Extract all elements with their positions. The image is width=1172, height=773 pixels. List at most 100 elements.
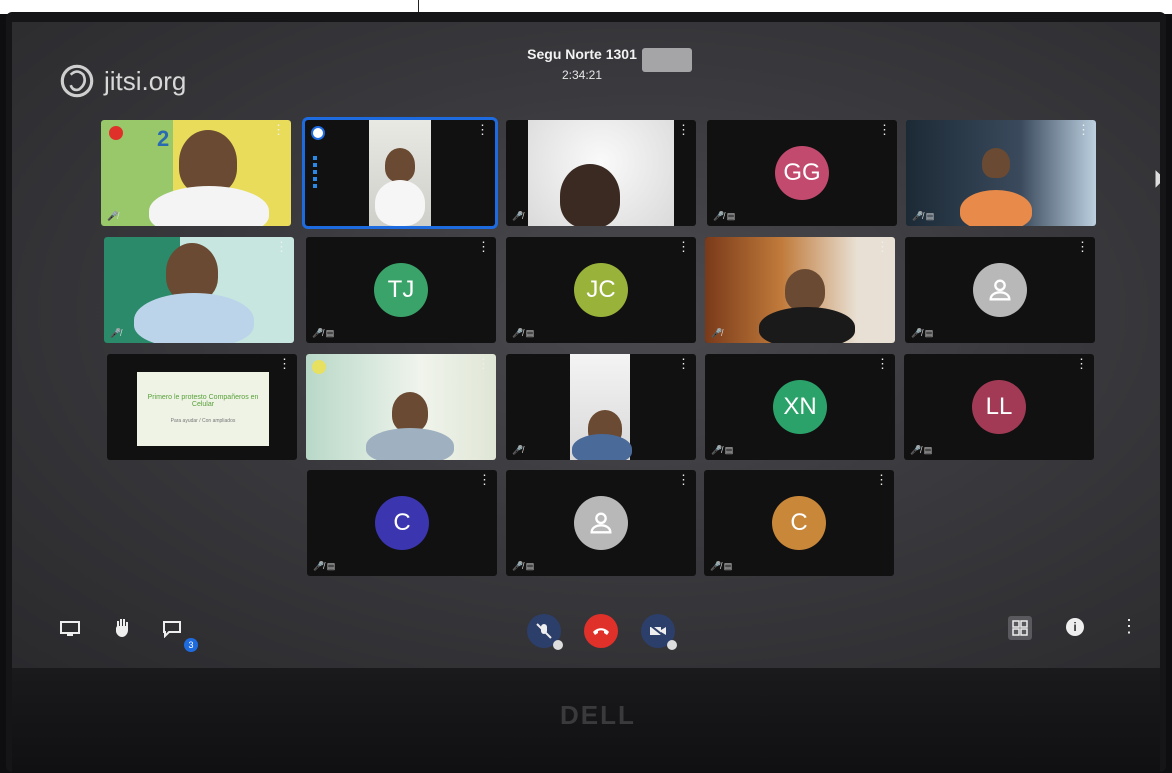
participant-tile[interactable]: ⋮ 🎤̸ [104,237,294,343]
participant-body [366,428,454,460]
muted-icon: 🎤̸ [107,211,119,221]
tile-menu-icon[interactable]: ⋮ [477,357,490,370]
mouse-cursor-icon [1154,167,1160,199]
participant-face [560,164,620,226]
jitsi-logo-text: jitsi.org [104,65,187,96]
screen-share-icon [60,621,80,636]
participant-tile[interactable]: ⋮ [306,354,496,460]
slide-title: Primero le protesto Compañeros en Celula… [147,394,259,408]
participant-tile[interactable]: C ⋮ 🎤̸ ▤ [704,470,894,576]
muted-icon: 🎤̸ [512,445,524,455]
raise-hand-button[interactable] [112,616,134,643]
participant-tile-screenshare[interactable]: Primero le protesto Compañeros en Celula… [107,354,297,460]
shared-slide: Primero le protesto Compañeros en Celula… [137,372,269,446]
tile-menu-icon[interactable]: ⋮ [876,240,889,253]
meeting-screen: jitsi.org Segu Norte 1301 2:34:21 2 ⋮ 🎤̸… [12,22,1160,668]
tile-menu-icon[interactable]: ⋮ [478,473,491,486]
slide-subtitle: Para ayudar / Con ampliados [170,418,236,424]
muted-icon: 🎤̸ ▤ [312,328,335,338]
participant-face [982,148,1010,178]
camera-button[interactable] [641,614,677,650]
microphone-button[interactable] [527,614,563,650]
mic-options-chevron-icon[interactable] [553,640,563,650]
tile-menu-icon[interactable]: ⋮ [278,357,291,370]
more-options-icon[interactable]: ⋮ [1120,616,1138,637]
participant-tile[interactable]: XN ⋮ 🎤̸ ▤ [705,354,895,460]
participant-body [134,293,254,343]
default-avatar-icon [973,263,1027,317]
tile-menu-icon[interactable]: ⋮ [677,123,690,136]
microphone-muted-icon [536,623,552,639]
participant-avatar: GG [775,146,829,200]
participant-body [960,190,1032,226]
dell-logo: DELL [560,700,636,730]
participant-tile[interactable]: ⋮ 🎤̸ [506,120,696,226]
participant-body [375,180,425,226]
audio-level-icon [313,156,317,188]
tile-menu-icon[interactable]: ⋮ [875,473,888,486]
participant-tile[interactable]: JC ⋮ 🎤̸ ▤ [506,237,696,343]
connection-indicator-icon[interactable] [109,126,123,140]
default-avatar-icon [574,496,628,550]
chat-icon [163,621,181,639]
tile-menu-icon[interactable]: ⋮ [476,123,489,136]
tile-menu-icon[interactable]: ⋮ [275,240,288,253]
tile-menu-icon[interactable]: ⋮ [876,357,889,370]
info-icon[interactable]: i [1066,618,1084,636]
participant-tile[interactable]: GG ⋮ 🎤̸ ▤ [707,120,897,226]
tile-view-button[interactable] [1008,616,1032,640]
muted-icon: 🎤̸ [512,211,524,221]
chat-button[interactable] [162,620,182,643]
participant-tile[interactable]: 2 ⋮ 🎤̸ [101,120,291,226]
participant-avatar: TJ [374,263,428,317]
muted-icon: 🎤̸ ▤ [711,445,734,455]
camera-muted-icon [649,624,666,638]
screen-share-button[interactable] [60,620,80,643]
participant-tile[interactable]: ⋮ 🎤̸ ▤ [906,120,1096,226]
participant-tile[interactable]: TJ ⋮ 🎤̸ ▤ [306,237,496,343]
muted-icon: 🎤̸ ▤ [910,445,933,455]
participant-avatar: LL [972,380,1026,434]
participant-tile-active[interactable]: ⋮ [305,120,495,226]
tile-menu-icon[interactable]: ⋮ [272,123,285,136]
participant-avatar: XN [773,380,827,434]
participant-tile[interactable]: ⋮ 🎤̸ [506,354,696,460]
tile-view-icon [1012,620,1028,636]
status-dot-icon [312,360,326,374]
tile-label: 2 [157,126,170,151]
tile-menu-icon[interactable]: ⋮ [1076,240,1089,253]
chat-unread-badge: 3 [184,638,198,652]
participant-tile[interactable]: LL ⋮ 🎤̸ ▤ [904,354,1094,460]
tile-menu-icon[interactable]: ⋮ [477,240,490,253]
participant-tile[interactable]: ⋮ 🎤̸ [705,237,895,343]
jitsi-logo-icon [60,64,94,98]
raise-hand-icon [116,619,128,637]
participant-face [392,392,428,432]
participant-face [385,148,415,182]
camera-options-chevron-icon[interactable] [667,640,677,650]
participant-avatar: JC [574,263,628,317]
participant-avatar: C [375,496,429,550]
participant-avatar: C [772,496,826,550]
tile-menu-icon[interactable]: ⋮ [1077,123,1090,136]
participant-tile[interactable]: ⋮ 🎤̸ ▤ [506,470,696,576]
tile-menu-icon[interactable]: ⋮ [677,357,690,370]
speaker-indicator-icon [311,126,325,140]
muted-icon: 🎤̸ ▤ [911,328,934,338]
participant-face [179,130,237,194]
participant-body [572,434,632,460]
tile-menu-icon[interactable]: ⋮ [1075,357,1088,370]
participant-tile[interactable]: C ⋮ 🎤̸ ▤ [307,470,497,576]
tile-menu-icon[interactable]: ⋮ [878,123,891,136]
participant-face [785,269,825,311]
jitsi-logo: jitsi.org [56,60,186,102]
tile-menu-icon[interactable]: ⋮ [677,240,690,253]
muted-icon: 🎤̸ ▤ [912,211,935,221]
tile-menu-icon[interactable]: ⋮ [677,473,690,486]
room-quality-badge[interactable] [642,48,692,72]
hangup-button[interactable] [584,614,618,648]
participant-body [759,307,855,343]
muted-icon: 🎤̸ ▤ [710,561,733,571]
hangup-icon [593,628,609,635]
participant-tile[interactable]: ⋮ 🎤̸ ▤ [905,237,1095,343]
